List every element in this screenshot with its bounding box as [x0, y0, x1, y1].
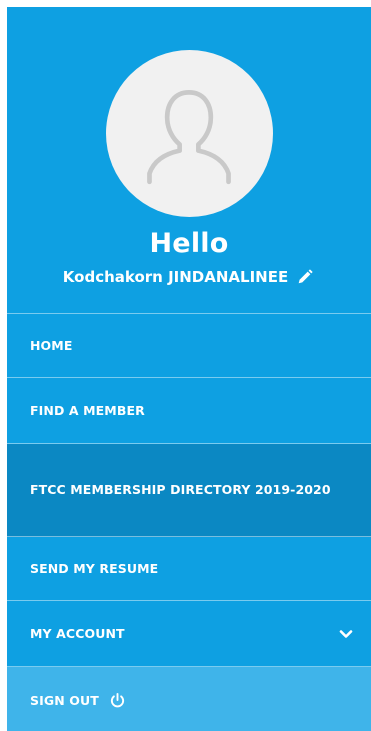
menu-item-label: SEND MY RESUME — [30, 560, 159, 576]
menu-item-membership-directory[interactable]: FTCC MEMBERSHIP DIRECTORY 2019-2020 — [7, 444, 371, 537]
menu-item-label: FTCC MEMBERSHIP DIRECTORY 2019-2020 — [30, 482, 331, 497]
user-name: Kodchakorn JINDANALINEE — [62, 268, 289, 286]
chevron-down-icon[interactable] — [337, 625, 355, 643]
menu-item-my-account[interactable]: MY ACCOUNT — [7, 601, 371, 667]
pencil-icon — [298, 269, 313, 284]
menu-item-home[interactable]: HOME — [7, 314, 371, 378]
menu-item-label: SIGN OUT — [30, 692, 99, 708]
menu-item-label: MY ACCOUNT — [30, 625, 125, 641]
power-icon — [109, 692, 127, 710]
menu-item-find-a-member[interactable]: FIND A MEMBER — [7, 378, 371, 444]
user-name-row: Kodchakorn JINDANALINEE — [63, 267, 315, 287]
avatar[interactable] — [105, 50, 273, 217]
profile-section: Hello Kodchakorn JINDANALINEE — [7, 7, 371, 314]
menu-item-label: FIND A MEMBER — [30, 402, 145, 418]
menu-item-send-my-resume[interactable]: SEND MY RESUME — [7, 537, 371, 601]
user-silhouette-icon — [147, 89, 231, 184]
edit-profile-button[interactable] — [295, 267, 315, 287]
navigation-drawer: Hello Kodchakorn JINDANALINEE HOME FIND … — [7, 7, 371, 731]
menu-item-label: HOME — [30, 337, 73, 353]
greeting: Hello — [149, 228, 229, 259]
menu-item-sign-out[interactable]: SIGN OUT — [7, 667, 371, 731]
